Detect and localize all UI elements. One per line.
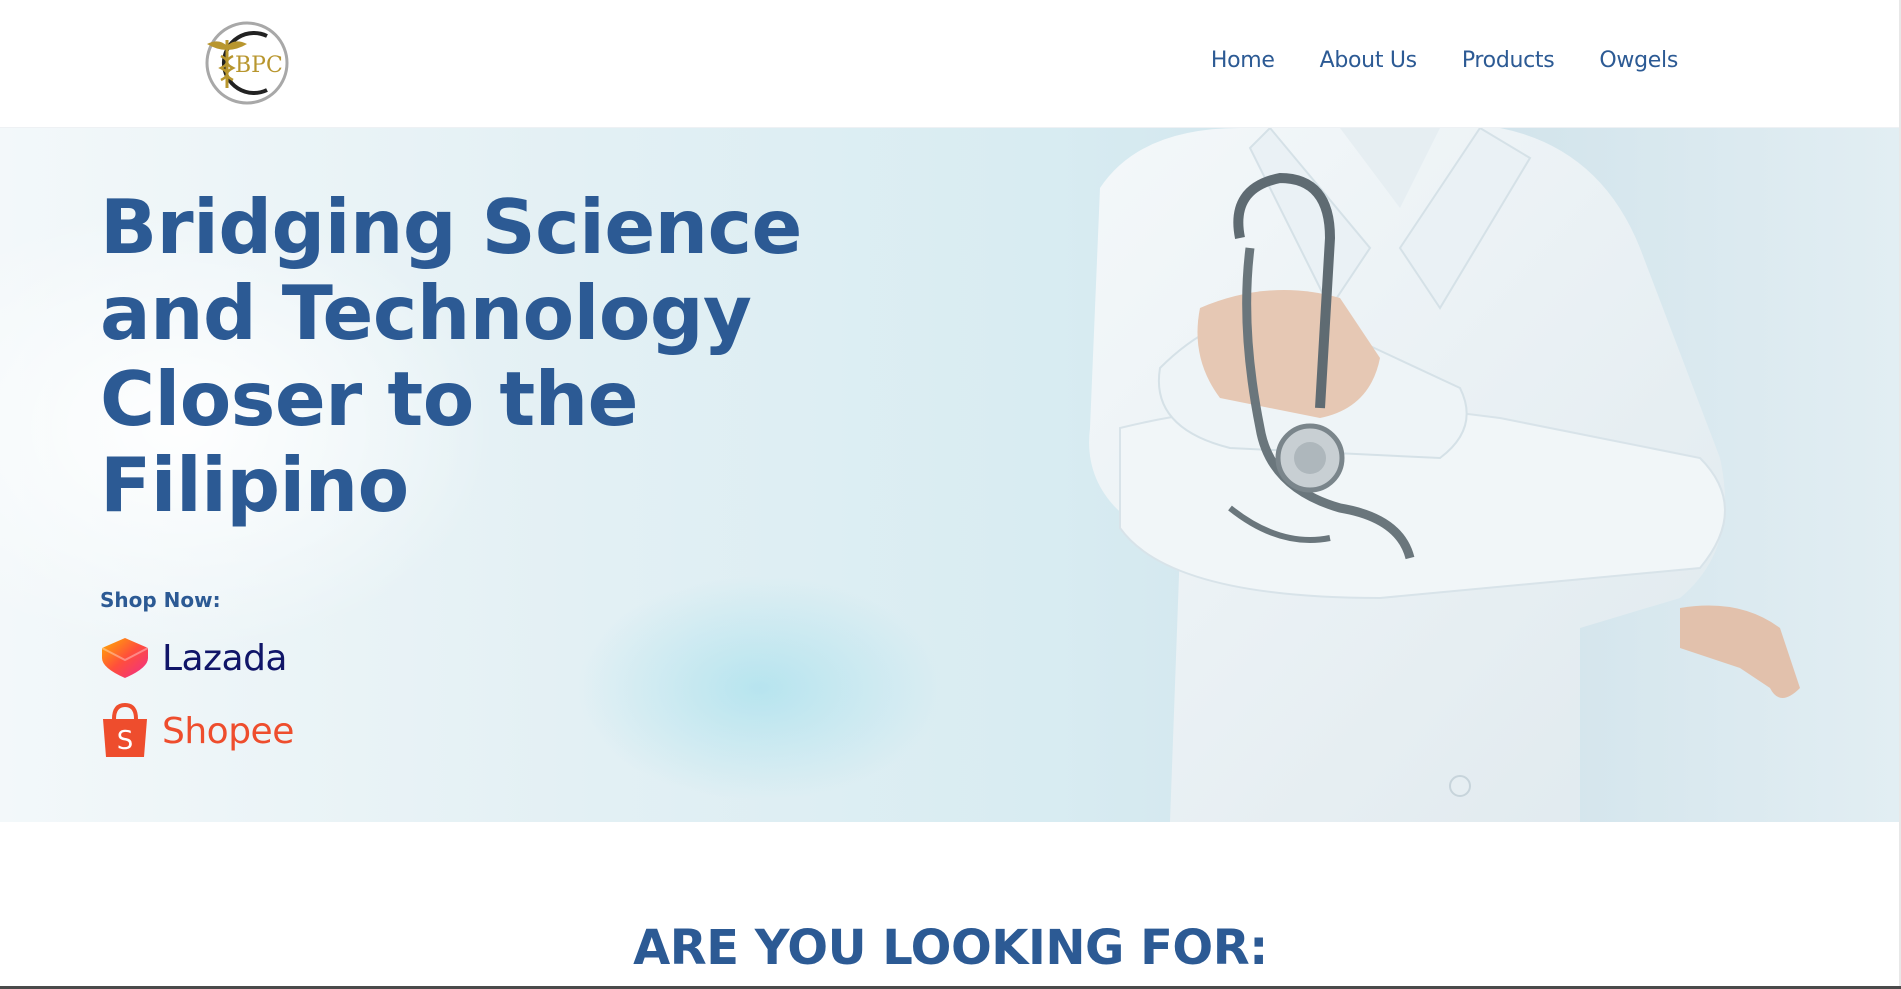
lazada-label: Lazada bbox=[162, 637, 288, 679]
section-title: ARE YOU LOOKING FOR: bbox=[633, 920, 1268, 976]
nav-owgels[interactable]: Owgels bbox=[1599, 48, 1678, 73]
site-header: BPC Home About Us Products Owgels bbox=[0, 0, 1901, 128]
headline-line-1: Bridging Science bbox=[100, 183, 802, 271]
shop-now-label: Shop Now: bbox=[100, 588, 221, 612]
headline-line-2: and Technology bbox=[100, 269, 752, 357]
nav-home[interactable]: Home bbox=[1211, 48, 1275, 73]
shopee-label: Shopee bbox=[162, 710, 294, 752]
svg-text:S: S bbox=[117, 726, 134, 756]
svg-text:BPC: BPC bbox=[235, 53, 283, 78]
main-nav: Home About Us Products Owgels bbox=[1211, 48, 1678, 73]
headline-line-4: Filipino bbox=[100, 441, 409, 529]
doctor-with-stethoscope-image bbox=[1089, 128, 1800, 822]
hero-headline: Bridging Science and Technology Closer t… bbox=[100, 184, 820, 528]
shopee-bag-icon: S bbox=[103, 703, 147, 757]
nav-about-us[interactable]: About Us bbox=[1320, 48, 1418, 73]
brand-logo[interactable]: BPC bbox=[197, 20, 293, 106]
caduceus-logo-icon: BPC bbox=[205, 21, 289, 105]
hero-banner: Bridging Science and Technology Closer t… bbox=[0, 128, 1901, 822]
lazada-store-link[interactable]: Lazada bbox=[100, 636, 288, 680]
shopee-store-link[interactable]: S Shopee bbox=[100, 703, 294, 759]
headline-line-3: Closer to the bbox=[100, 355, 638, 443]
nav-products[interactable]: Products bbox=[1462, 48, 1555, 73]
lazada-heart-icon bbox=[101, 638, 149, 678]
